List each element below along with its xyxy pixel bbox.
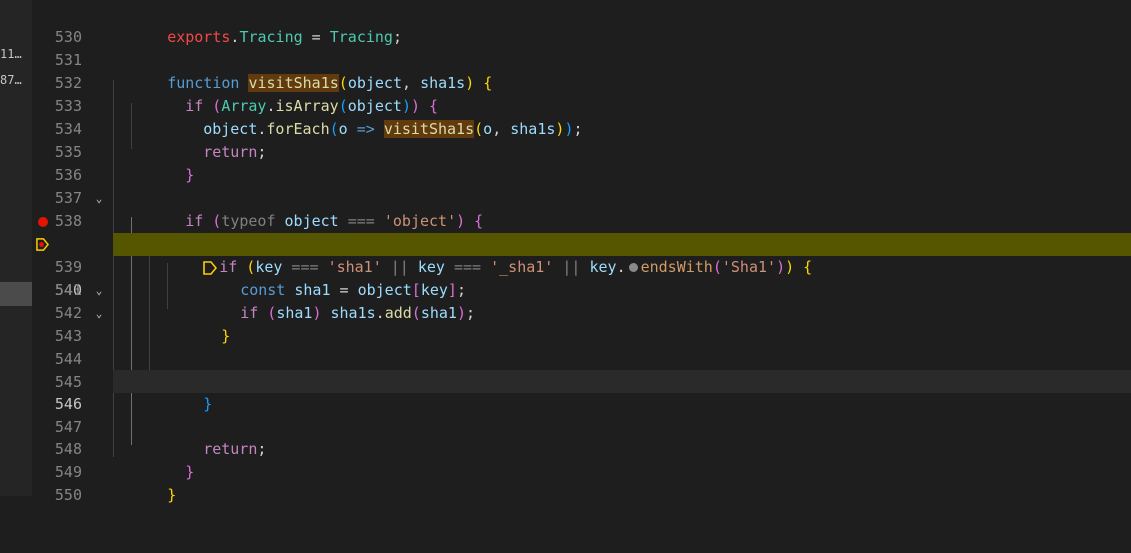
code-line[interactable]: 536 } <box>0 141 1131 184</box>
code-line[interactable]: 539 ⌄ for (const key in object) { <box>0 210 1131 297</box>
code-line[interactable]: 544 <box>0 325 1131 368</box>
code-line[interactable]: 550 } <box>0 461 1131 504</box>
code-line[interactable]: 530 exports.Tracing = Tracing; <box>0 3 1131 46</box>
fold-chevron-icon[interactable]: ⌄ <box>92 187 106 210</box>
breakpoint-icon[interactable] <box>38 217 48 227</box>
code-line[interactable]: 535 return; <box>0 118 1131 161</box>
code-line[interactable]: 547 <box>0 393 1131 436</box>
code-line[interactable]: 542 if (sha1) sha1s.add(sha1); <box>0 279 1131 322</box>
code-line[interactable]: 534 object.forEach(o => visitSha1s(o, sh… <box>0 95 1131 138</box>
code-line[interactable]: 540 ⌄ if (key === 'sha1' || key === '_sh… <box>0 233 1131 320</box>
debug-arrow-icon[interactable] <box>36 238 49 251</box>
code-line[interactable]: 545 visitSha1s(object[key], sha1s); <box>0 348 1131 391</box>
code-line[interactable]: 537 <box>0 164 1131 207</box>
code-line[interactable]: 546 } <box>0 370 1131 413</box>
code-line[interactable]: 549 } <box>0 438 1131 481</box>
code-line[interactable]: 551 <box>0 484 1131 496</box>
code-line[interactable]: 533 if (Array.isArray(object)) { <box>0 72 1131 115</box>
code-line[interactable]: 543 } <box>0 302 1131 345</box>
code-line[interactable]: 538 ⌄ if (typeof object === 'object') { <box>0 187 1131 230</box>
code-editor[interactable]: 11… 87… 530 exports.Tracing = Tracing; 5… <box>0 0 1131 504</box>
code-line[interactable]: 548 return; <box>0 415 1131 458</box>
code-line[interactable]: 541 const sha1 = object[key]; <box>0 256 1131 299</box>
code-line[interactable]: 531 <box>0 26 1131 69</box>
code-line[interactable]: 532 function visitSha1s(object, sha1s) { <box>0 49 1131 92</box>
